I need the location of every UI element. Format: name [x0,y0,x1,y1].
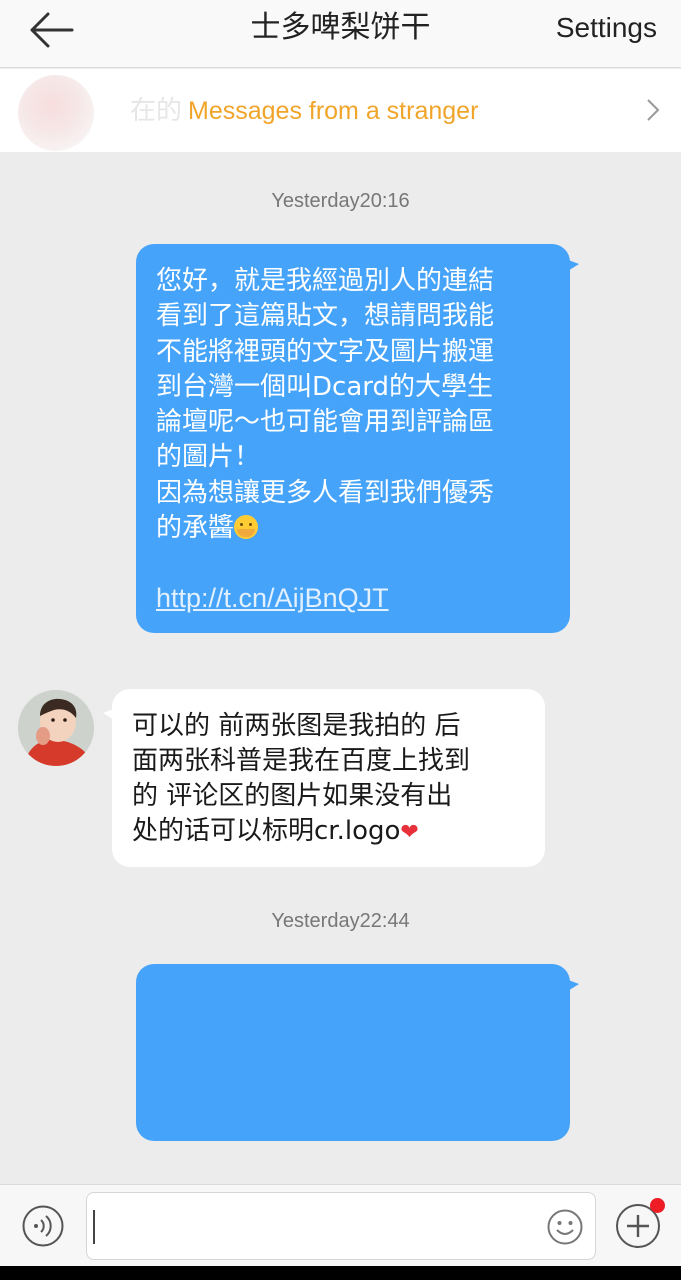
bottom-strip [0,1266,681,1280]
message-line: 处的话可以标明cr.logo [132,816,401,846]
message-line-with-emoji: 处的话可以标明cr.logo❤ [132,814,529,850]
message-line: 看到了這篇貼文，想請問我能 [156,301,495,332]
chevron-right-icon [647,99,660,121]
message-timestamp: Yesterday20:16 [271,190,410,212]
message-line-with-emoji: 的承醬 [156,511,552,546]
red-heart-emoji-icon: ❤ [400,820,419,845]
avatar[interactable] [18,690,94,766]
stranger-avatar [18,75,94,151]
stranger-preview-text: 在的 [130,96,183,126]
message-input[interactable] [86,1192,596,1260]
message-line: 的承醬 [156,513,235,544]
stranger-messages-label: Messages from a stranger [188,97,479,125]
outgoing-message-bubble[interactable] [136,964,579,1141]
message-line: 論壇呢～也可能會用到評論區 [156,407,495,438]
bubble-tail [563,258,579,274]
child-avatar [18,690,94,766]
bubble-tail [563,978,579,994]
message-link[interactable]: http://t.cn/AijBnQJT [156,583,389,613]
message-line: 的 评论区的图片如果没有出 [132,781,453,811]
message-line: 到台灣一個叫Dcard的大學生 [156,371,493,402]
message-line: 不能將裡頭的文字及圖片搬運 [156,336,495,367]
notification-dot [650,1198,665,1213]
top-bar: 士多啤梨饼干 Settings [0,0,681,68]
stranger-messages-bar[interactable]: 在的 Messages from a stranger [0,69,681,152]
incoming-message-bubble[interactable]: 可以的 前两张图是我拍的 后 面两张科普是我在百度上找到 的 评论区的图片如果没… [103,689,545,867]
hugging-face-emoji-icon [234,515,259,540]
settings-button[interactable]: Settings [556,10,657,46]
message-line: 因為想讓更多人看到我們優秀 [156,477,495,508]
outgoing-message-bubble[interactable]: 您好，就是我經過別人的連結 看到了這篇貼文，想請問我能 不能將裡頭的文字及圖片搬… [136,244,579,633]
message-line: 您好，就是我經過別人的連結 [156,266,495,296]
text-caret [93,1210,95,1244]
message-link-row: http://t.cn/AijBnQJT [156,581,552,617]
bubble-tail [103,707,119,723]
message-line: 面两张科普是我在百度上找到 [132,746,471,776]
voice-icon[interactable] [22,1205,64,1247]
message-input-bar [0,1184,681,1266]
message-timestamp: Yesterday22:44 [271,910,410,932]
smiley-icon[interactable] [547,1209,583,1245]
message-line: 可以的 前两张图是我拍的 后 [132,711,461,741]
message-line: 的圖片！ [156,442,261,473]
